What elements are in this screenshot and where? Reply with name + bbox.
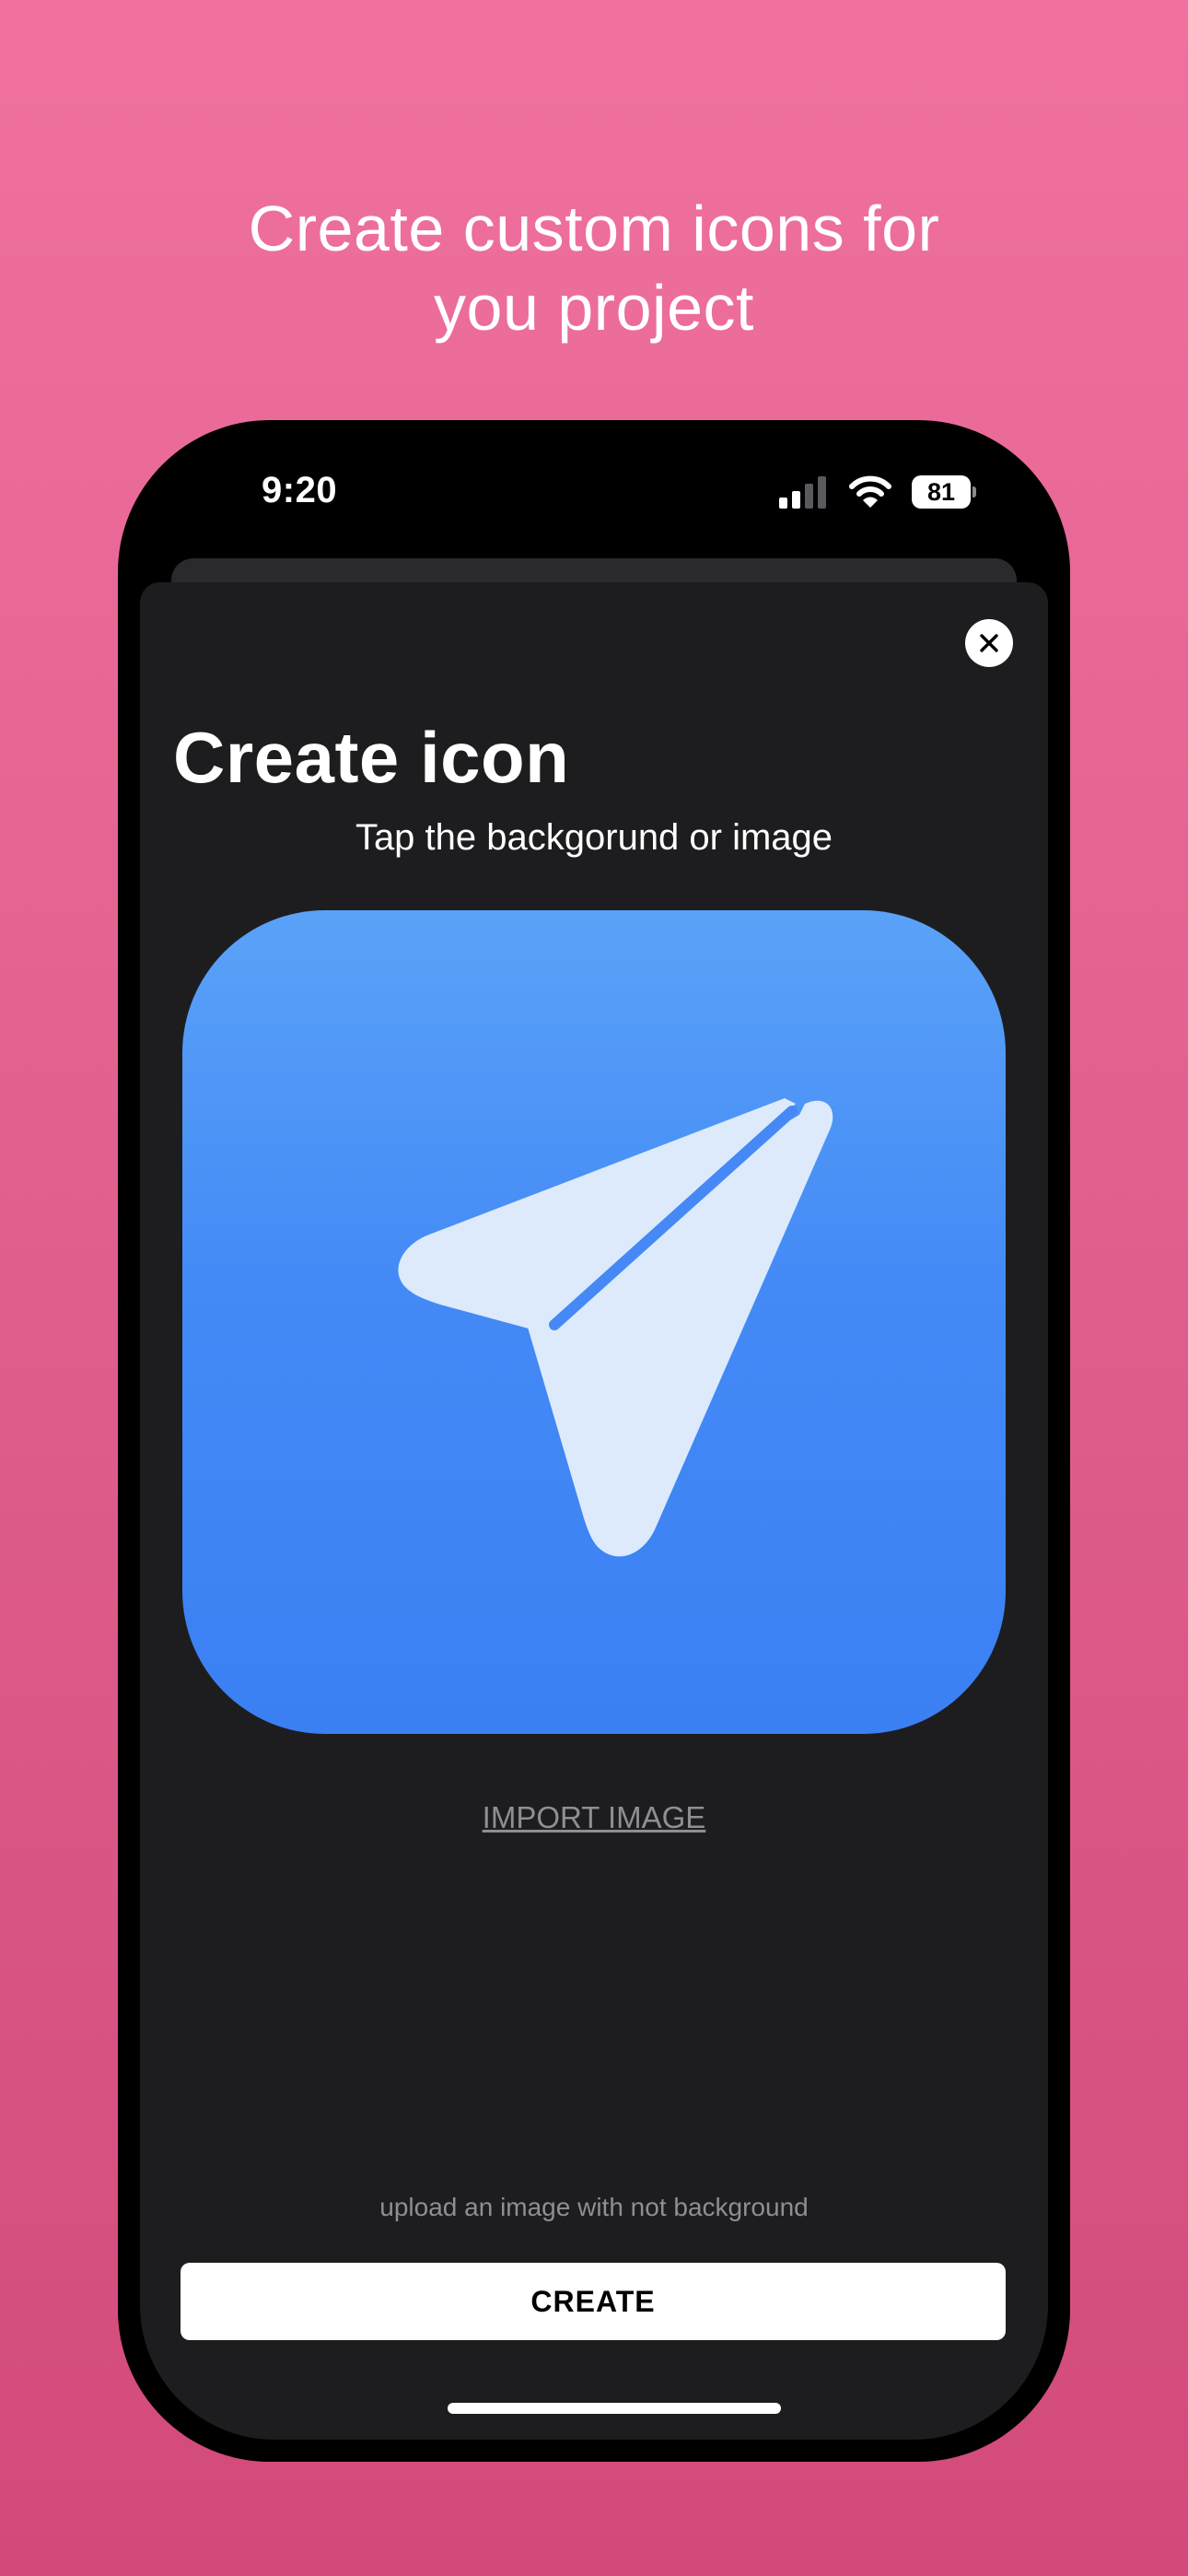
phone-frame: 9:20 81 Create icon Tap the backgorund o… xyxy=(118,420,1070,2462)
status-icons: 81 xyxy=(779,474,976,510)
close-button[interactable] xyxy=(965,619,1013,667)
upload-hint: upload an image with not background xyxy=(379,2193,809,2221)
headline-line-1: Create custom icons for xyxy=(248,193,940,264)
close-icon xyxy=(980,634,998,652)
import-image-link[interactable]: IMPORT IMAGE xyxy=(140,1798,1048,1837)
sheet-title: Create icon xyxy=(173,717,570,798)
wifi-icon xyxy=(849,475,891,508)
create-icon-sheet: Create icon Tap the backgorund or image … xyxy=(140,582,1048,2440)
paper-plane-icon[interactable] xyxy=(182,910,1006,1734)
battery-level: 81 xyxy=(912,475,971,509)
home-indicator xyxy=(448,2403,781,2414)
icon-preview[interactable] xyxy=(182,910,1006,1734)
sheet-subtitle: Tap the backgorund or image xyxy=(355,817,833,858)
status-time: 9:20 xyxy=(262,470,338,510)
create-button[interactable]: CREATE xyxy=(181,2263,1006,2340)
signal-icon xyxy=(779,476,826,509)
headline-line-2: you project xyxy=(434,272,754,344)
battery-tip xyxy=(973,486,976,498)
battery-icon: 81 xyxy=(912,475,976,509)
marketing-headline: Create custom icons for you project xyxy=(0,189,1188,347)
